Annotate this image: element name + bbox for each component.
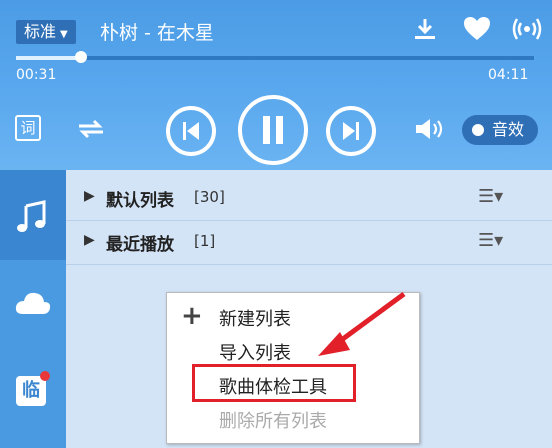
annotation-arrow: [318, 291, 406, 356]
music-player-window: 标准 ▼ 朴树 - 在木星 00:31 04:11 词 音效 临 ▶ 默认列表 …: [0, 0, 552, 448]
